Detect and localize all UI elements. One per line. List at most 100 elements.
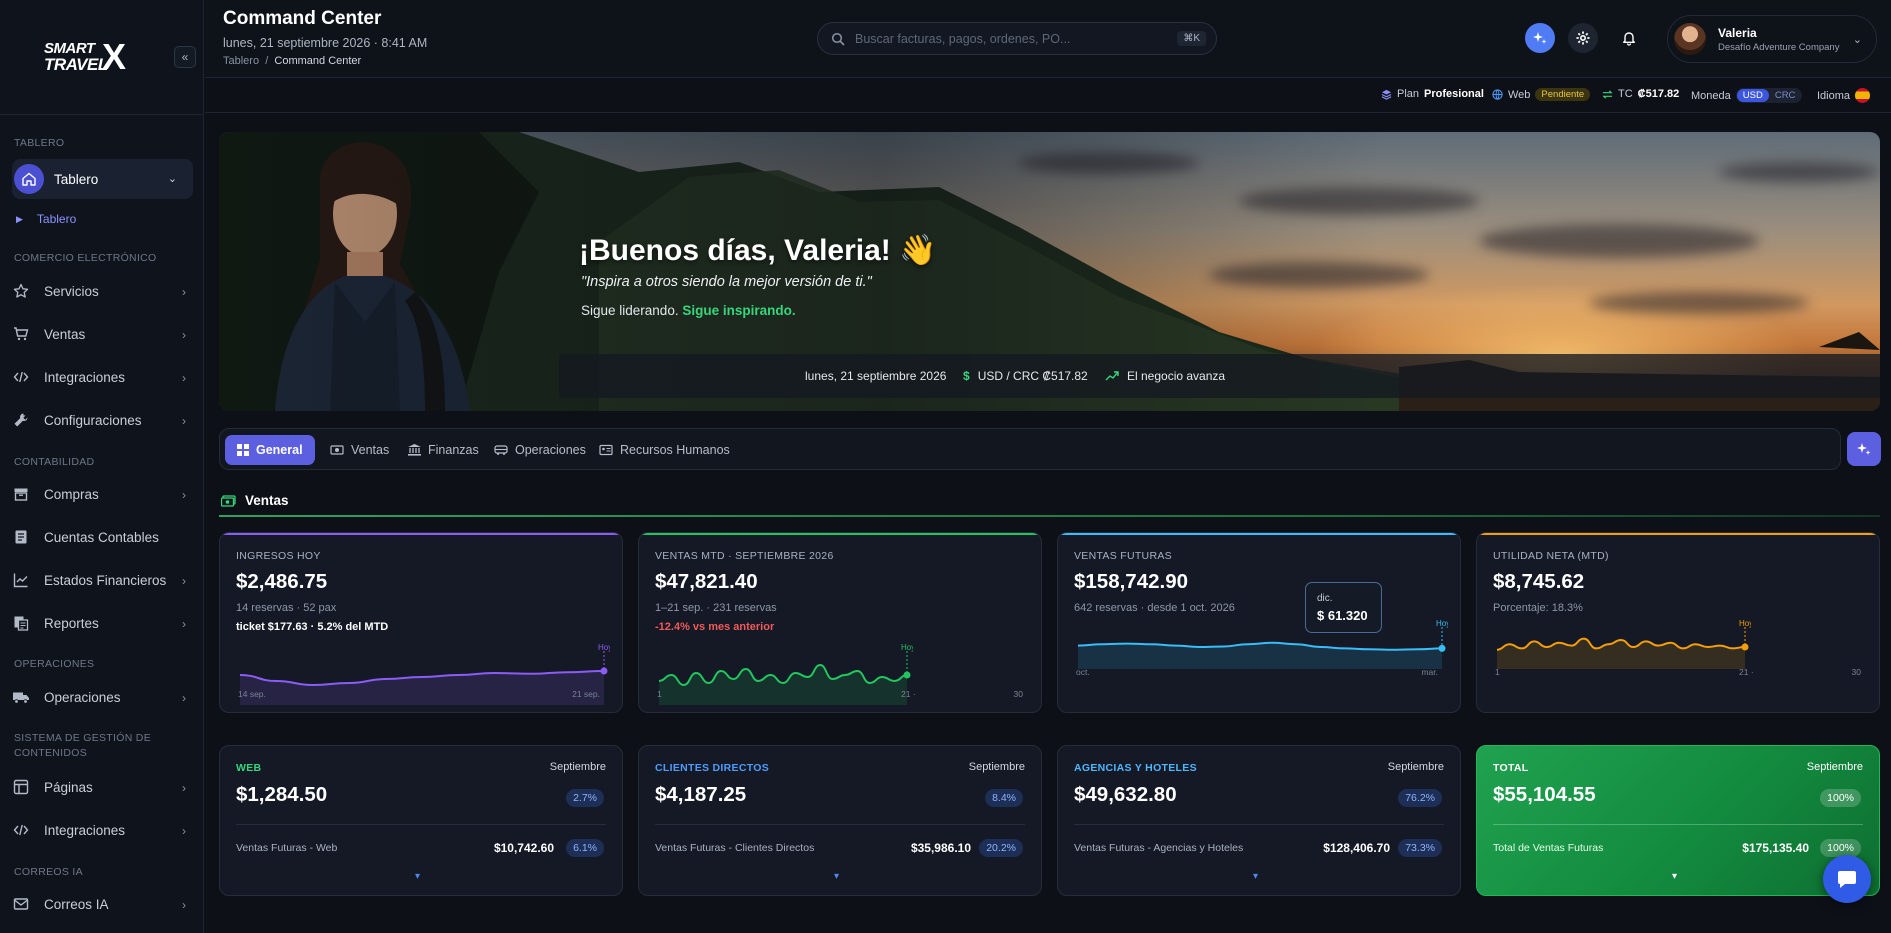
sparkline-utilidad: Hoy — [1496, 619, 1751, 669]
axis-tick-start: 1 — [1495, 667, 1500, 677]
currency-usd-option[interactable]: USD — [1736, 89, 1769, 102]
user-name: Valeria — [1718, 25, 1757, 40]
language-switcher[interactable]: Idioma — [1817, 88, 1871, 103]
breakdown-future-pct-badge: 73.3% — [1398, 839, 1442, 857]
breakdown-value: $55,104.55 — [1493, 783, 1596, 806]
mail-icon — [12, 895, 30, 913]
dollar-icon: $ — [963, 369, 970, 383]
kpi-change-negative: -12.4% vs mes anterior — [655, 621, 775, 633]
plan-indicator[interactable]: Plan Profesional — [1381, 88, 1484, 100]
moneda-label: Moneda — [1691, 89, 1731, 102]
brand-logo[interactable]: SMART TRAVEL X — [38, 36, 138, 76]
sidebar-subitem-tablero[interactable]: ▶ Tablero — [16, 212, 76, 226]
expand-chevron-icon[interactable]: ▾ — [834, 871, 839, 882]
sidebar-item-configuraciones[interactable]: Configuraciones › — [12, 403, 192, 437]
global-search[interactable]: ⌘K — [817, 22, 1217, 55]
caret-right-icon: ▶ — [16, 213, 23, 224]
sidebar: SMART TRAVEL X « TABLERO Tablero ⌄ ▶ Tab… — [0, 0, 204, 933]
sidebar-item-paginas[interactable]: Páginas › — [12, 770, 192, 804]
breakdown-card-agencias-hoteles[interactable]: AGENCIAS Y HOTELES Septiembre $49,632.80… — [1057, 745, 1461, 896]
tab-finanzas[interactable]: Finanzas — [396, 435, 491, 465]
breakdown-future-pct-badge: 100% — [1820, 839, 1861, 857]
sidebar-item-cuentas[interactable]: Cuentas Contables — [12, 520, 192, 554]
logo-text-x: X — [102, 36, 127, 77]
plan-value: Profesional — [1424, 88, 1484, 100]
breakdown-future-amount: $35,986.10 — [910, 841, 971, 855]
web-status-indicator[interactable]: Web Pendiente — [1492, 88, 1591, 101]
currency-toggle[interactable]: USD CRC — [1735, 88, 1803, 103]
expand-chevron-icon[interactable]: ▾ — [1253, 871, 1258, 882]
ledger-icon — [12, 528, 30, 546]
breakdown-card-web[interactable]: WEB Septiembre $1,284.50 2.7% Ventas Fut… — [219, 745, 623, 896]
id-card-icon — [599, 444, 613, 456]
hero-subtitle-prefix: Sigue liderando. — [581, 303, 679, 318]
tab-operaciones[interactable]: Operaciones — [482, 435, 598, 465]
chat-support-button[interactable] — [1823, 855, 1871, 903]
collapse-sidebar-button[interactable]: « — [174, 46, 196, 68]
sidebar-item-correos[interactable]: Correos IA › — [12, 887, 192, 921]
breakdown-title: WEB — [236, 762, 262, 774]
kpi-card-ingresos-hoy[interactable]: INGRESOS HOY $2,486.75 14 reservas · 52 … — [219, 532, 623, 713]
page-title: Command Center — [223, 8, 382, 29]
tab-ventas[interactable]: Ventas — [318, 435, 401, 465]
sidebar-subitem-label: Tablero — [36, 212, 77, 226]
sidebar-item-label: Operaciones — [44, 689, 121, 705]
hero-subtitle: Sigue liderando. Sigue inspirando. — [581, 303, 796, 318]
breakdown-future-label: Ventas Futuras - Web — [236, 842, 338, 854]
currency-crc-option[interactable]: CRC — [1769, 89, 1802, 102]
kpi-value: $158,742.90 — [1074, 570, 1189, 593]
sidebar-item-estados[interactable]: Estados Financieros › — [12, 563, 192, 597]
ai-assistant-button[interactable] — [1525, 23, 1555, 53]
breakdown-title: CLIENTES DIRECTOS — [655, 762, 770, 774]
breakdown-value: $49,632.80 — [1074, 783, 1177, 806]
code-icon — [12, 821, 30, 839]
notifications-button[interactable] — [1614, 23, 1644, 53]
kpi-title: VENTAS FUTURAS — [1074, 550, 1172, 562]
breakdown-card-total[interactable]: TOTAL Septiembre $55,104.55 100% Total d… — [1476, 745, 1880, 896]
sidebar-item-tablero[interactable]: Tablero ⌄ — [12, 159, 193, 199]
kpi-value: $8,745.62 — [1493, 570, 1585, 593]
axis-tick-end: mar. — [1421, 667, 1438, 677]
breadcrumb-root[interactable]: Tablero — [223, 55, 259, 67]
sidebar-item-integraciones-cms[interactable]: Integraciones › — [12, 813, 192, 847]
kpi-card-ventas-futuras[interactable]: VENTAS FUTURAS $158,742.90 642 reservas … — [1057, 532, 1461, 713]
chevron-down-icon: ⌄ — [1852, 34, 1862, 46]
breadcrumb-separator: / — [265, 55, 269, 67]
box-icon — [12, 485, 30, 503]
tab-general[interactable]: General — [225, 435, 315, 465]
chevron-right-icon: › — [182, 371, 186, 385]
breakdown-future-pct-badge: 6.1% — [566, 839, 604, 857]
expand-chevron-icon[interactable]: ▾ — [415, 871, 420, 882]
kpi-card-ventas-mtd[interactable]: VENTAS MTD · SEPTIEMBRE 2026 $47,821.40 … — [638, 532, 1042, 713]
sidebar-item-ventas[interactable]: Ventas › — [12, 317, 192, 351]
settings-button[interactable] — [1568, 23, 1598, 53]
sidebar-item-compras[interactable]: Compras › — [12, 477, 192, 511]
expand-chevron-icon[interactable]: ▾ — [1672, 871, 1677, 882]
breakdown-month: Septiembre — [1387, 761, 1444, 773]
section-divider — [219, 515, 1880, 517]
breakdown-card-clientes-directos[interactable]: CLIENTES DIRECTOS Septiembre $4,187.25 8… — [638, 745, 1042, 896]
sidebar-item-label: Configuraciones — [44, 412, 142, 428]
sidebar-item-reportes[interactable]: Reportes › — [12, 606, 192, 640]
sidebar-item-integraciones[interactable]: Integraciones › — [12, 360, 192, 394]
breakdown-pct-badge: 2.7% — [566, 789, 604, 807]
user-menu[interactable]: Valeria Desafío Adventure Company ⌄ — [1667, 15, 1877, 63]
ai-insights-button[interactable] — [1847, 432, 1881, 466]
exchange-icon — [1602, 89, 1613, 99]
card-accent-bar — [639, 533, 1041, 535]
axis-tick-mid: 21 · — [901, 689, 916, 699]
bell-icon — [1623, 32, 1635, 46]
hero-quote: "Inspira a otros siendo la mejor versión… — [581, 274, 872, 290]
kpi-card-utilidad-neta[interactable]: UTILIDAD NETA (MTD) $8,745.62 Porcentaje… — [1476, 532, 1880, 713]
home-icon — [14, 164, 44, 194]
gear-icon — [1576, 31, 1590, 45]
tab-label: Operaciones — [515, 443, 586, 457]
globe-icon — [1492, 89, 1503, 100]
tab-recursos-humanos[interactable]: Recursos Humanos — [587, 435, 742, 465]
sidebar-item-servicios[interactable]: Servicios › — [12, 274, 192, 308]
search-input[interactable] — [855, 31, 1178, 46]
sidebar-item-operaciones[interactable]: Operaciones › — [12, 680, 192, 714]
breakdown-divider — [1074, 824, 1444, 825]
sparkline-today-label: Hoy — [901, 643, 913, 652]
plan-label: Plan — [1397, 88, 1420, 100]
